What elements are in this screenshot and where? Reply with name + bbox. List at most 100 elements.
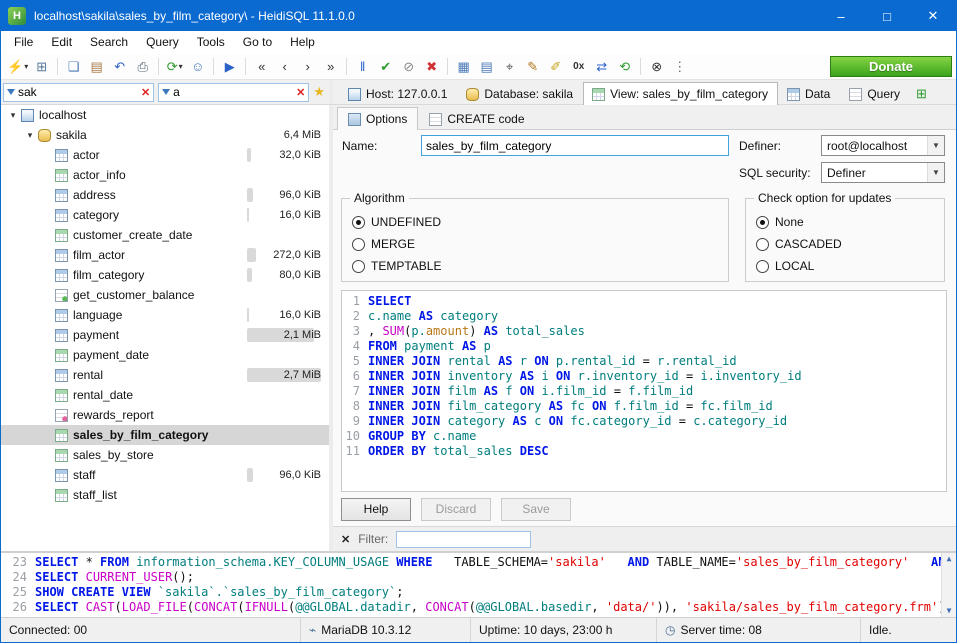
tree-item-rental-date[interactable]: rental_date <box>1 385 329 405</box>
sql-token: AS <box>484 384 498 398</box>
tab-host[interactable]: Host: 127.0.0.1 <box>339 82 457 105</box>
maximize-button[interactable]: □ <box>864 1 910 31</box>
tree-item-label: localhost <box>39 108 86 122</box>
minimize-button[interactable]: – <box>818 1 864 31</box>
discard-button[interactable]: Discard <box>421 498 491 521</box>
sql-security-combo[interactable]: Definer ▼ <box>821 162 945 183</box>
refresh-button[interactable]: ⟳▾ <box>163 55 186 78</box>
radio-temptable[interactable]: TEMPTABLE <box>352 255 718 277</box>
tree-item-film-category[interactable]: film_category80,0 KiB <box>1 265 329 285</box>
tree-item-sakila[interactable]: ▾sakila6,4 MiB <box>1 125 329 145</box>
menu-search[interactable]: Search <box>81 31 137 54</box>
menu-edit[interactable]: Edit <box>42 31 81 54</box>
undo-button[interactable]: ↶ <box>108 55 131 78</box>
copy-button[interactable]: ❏ <box>62 55 85 78</box>
donate-button[interactable]: Donate <box>830 56 952 77</box>
tree-item-staff[interactable]: staff96,0 KiB <box>1 465 329 485</box>
first-record-button[interactable]: « <box>250 55 273 78</box>
tab-options[interactable]: Options <box>337 107 418 130</box>
last-record-button[interactable]: » <box>319 55 342 78</box>
table-filter-input[interactable] <box>173 85 293 99</box>
form-editor-button[interactable]: ▤ <box>475 55 498 78</box>
tab-view[interactable]: View: sales_by_film_category <box>583 82 778 105</box>
radio-local[interactable]: LOCAL <box>756 255 934 277</box>
scroll-up-button[interactable]: ▲ <box>947 555 952 563</box>
commit-button[interactable]: ✔ <box>374 55 397 78</box>
tree-item-language[interactable]: language16,0 KiB <box>1 305 329 325</box>
database-tree[interactable]: ▾localhost▾sakila6,4 MiBactor32,0 KiBact… <box>1 105 333 551</box>
tree-item-staff-list[interactable]: staff_list <box>1 485 329 505</box>
user-manager-button[interactable]: ☺ <box>186 55 209 78</box>
tree-item-get-customer-balance[interactable]: get_customer_balance <box>1 285 329 305</box>
sql-log[interactable]: 23SELECT * FROM information_schema.KEY_C… <box>1 551 956 617</box>
radio-merge[interactable]: MERGE <box>352 233 718 255</box>
close-button[interactable]: ✕ <box>910 1 956 31</box>
tree-item-rental[interactable]: rental2,7 MiB <box>1 365 329 385</box>
sql-token <box>541 399 548 413</box>
table-icon <box>55 329 68 342</box>
highlighter-button[interactable]: ✐ <box>544 55 567 78</box>
help-button[interactable]: Help <box>341 498 411 521</box>
expander-icon[interactable]: ▾ <box>22 130 38 141</box>
tree-item-sales-by-store[interactable]: sales_by_store <box>1 445 329 465</box>
scroll-down-button[interactable]: ▼ <box>947 607 952 615</box>
sql-token: INNER JOIN <box>368 399 440 413</box>
filter-highlight-icon[interactable]: ★ <box>313 84 325 100</box>
prev-record-button[interactable]: ‹ <box>273 55 296 78</box>
session-manager-button[interactable]: ⚡▾ <box>5 55 30 78</box>
find-text-button[interactable]: ⌖ <box>498 55 521 78</box>
tree-item-film-actor[interactable]: film_actor272,0 KiB <box>1 245 329 265</box>
name-input[interactable] <box>421 135 729 156</box>
filter-bar-close-button[interactable]: ✕ <box>341 533 350 546</box>
new-window-button[interactable]: ⊞ <box>30 55 53 78</box>
shutdown-button[interactable]: ⊗ <box>645 55 668 78</box>
chevron-down-icon[interactable]: ▼ <box>927 136 944 155</box>
hex-view-button[interactable]: 0x <box>567 55 590 78</box>
next-record-button[interactable]: › <box>296 55 319 78</box>
clear-database-filter-button[interactable]: ✕ <box>141 86 150 99</box>
radio-none[interactable]: None <box>756 211 934 233</box>
tab-database[interactable]: Database: sakila <box>457 82 583 105</box>
sql-source-editor[interactable]: 1SELECT2c.name AS category3, SUM(p.amoun… <box>341 290 947 492</box>
pause-button[interactable]: ‖ <box>351 55 374 78</box>
paste-button[interactable]: ▤ <box>85 55 108 78</box>
menu-query[interactable]: Query <box>137 31 188 54</box>
print-button[interactable]: ⎙ <box>131 55 154 78</box>
tab-data[interactable]: Data <box>778 82 840 105</box>
filter-input[interactable] <box>396 531 531 548</box>
database-filter-input[interactable] <box>18 85 138 99</box>
tree-item-actor-info[interactable]: actor_info <box>1 165 329 185</box>
tree-item-category[interactable]: category16,0 KiB <box>1 205 329 225</box>
radio-undefined[interactable]: UNDEFINED <box>352 211 718 233</box>
execute-button[interactable]: ▶ <box>218 55 241 78</box>
expander-icon[interactable]: ▾ <box>5 110 21 121</box>
reconnect-button[interactable]: ⟲ <box>613 55 636 78</box>
tree-item-payment-date[interactable]: payment_date <box>1 345 329 365</box>
save-button[interactable]: Save <box>501 498 571 521</box>
log-scrollbar[interactable]: ▲ ▼ <box>941 553 956 617</box>
export-button[interactable]: ⇄ <box>590 55 613 78</box>
tree-item-rewards-report[interactable]: rewards_report <box>1 405 329 425</box>
block-button[interactable]: ⊘ <box>397 55 420 78</box>
tree-item-payment[interactable]: payment2,1 MiB <box>1 325 329 345</box>
tab-query[interactable]: Query <box>840 82 910 105</box>
menu-go-to[interactable]: Go to <box>234 31 281 54</box>
tree-item-address[interactable]: address96,0 KiB <box>1 185 329 205</box>
new-query-tab-button[interactable]: ⊞ <box>916 87 927 100</box>
chevron-down-icon[interactable]: ▼ <box>927 163 944 182</box>
radio-cascaded[interactable]: CASCADED <box>756 233 934 255</box>
edit-pencil-button[interactable]: ✎ <box>521 55 544 78</box>
tree-item-actor[interactable]: actor32,0 KiB <box>1 145 329 165</box>
tree-item-customer-create-date[interactable]: customer_create_date <box>1 225 329 245</box>
data-grid-button[interactable]: ▦ <box>452 55 475 78</box>
menu-file[interactable]: File <box>5 31 42 54</box>
clear-table-filter-button[interactable]: ✕ <box>296 86 305 99</box>
menu-help[interactable]: Help <box>281 31 324 54</box>
tab-create-code[interactable]: CREATE code <box>418 107 535 130</box>
overflow-button[interactable]: ⋮ <box>668 55 691 78</box>
cancel-button[interactable]: ✖ <box>420 55 443 78</box>
tree-item-localhost[interactable]: ▾ localhost <box>1 105 329 125</box>
definer-combo[interactable]: root@localhost ▼ <box>821 135 945 156</box>
menu-tools[interactable]: Tools <box>188 31 234 54</box>
tree-item-sales-by-film-category[interactable]: sales_by_film_category <box>1 425 329 445</box>
